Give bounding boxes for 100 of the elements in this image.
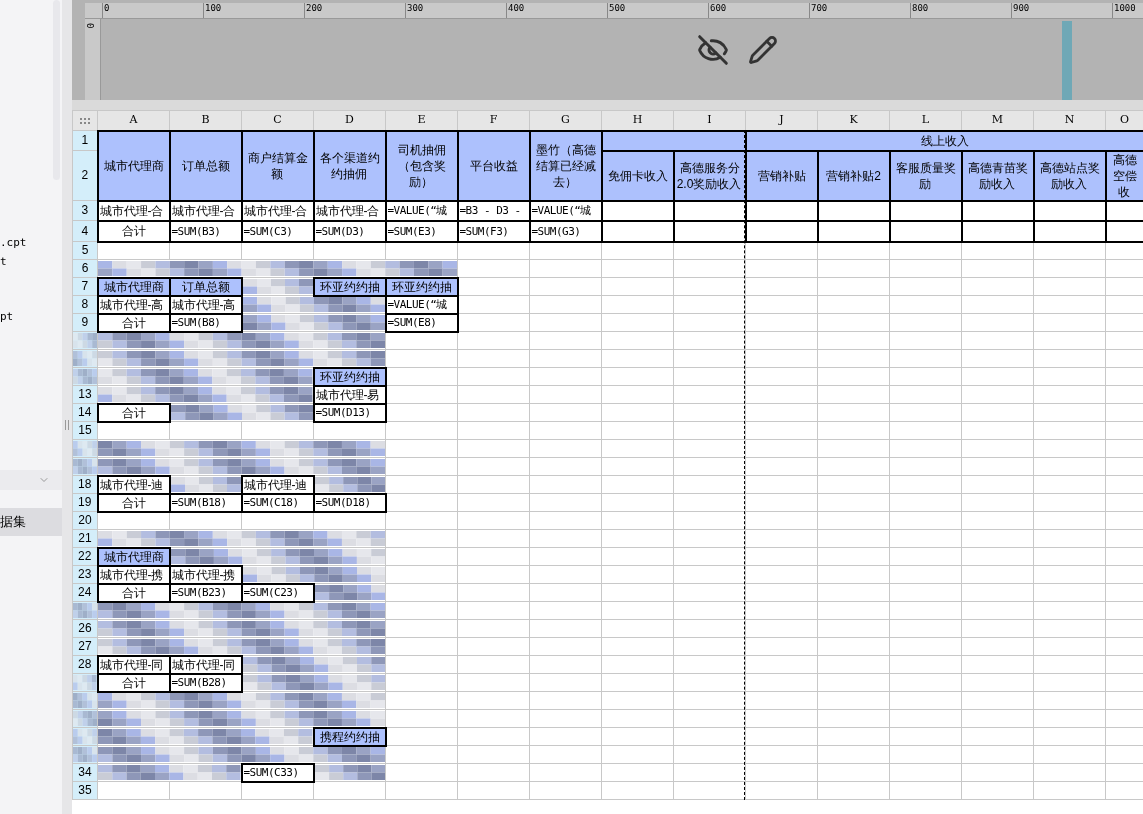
column-heading: 高德服务分2.0奖励收入 — [676, 160, 743, 191]
formula-text: =SUM(C23) — [243, 586, 299, 599]
column-heading: 营销补贴2 — [825, 168, 882, 183]
column-heading: 环亚约约抽 — [318, 279, 381, 294]
redaction-mosaic — [73, 675, 97, 690]
column-heading: 客服质量奖励 — [895, 160, 956, 191]
ruler-label: 800 — [910, 3, 1011, 18]
formula-text: =SUM(D18) — [315, 496, 371, 509]
formula-text: =SUM(C33) — [243, 766, 299, 779]
ruler-label: 400 — [506, 3, 607, 18]
cell-text: 城市代理-合 — [315, 203, 380, 218]
column-header[interactable]: M — [961, 110, 1034, 131]
hidden-eye-icon[interactable] — [697, 34, 729, 66]
cell-text: 城市代理-合 — [171, 203, 236, 218]
ruler-label: 700 — [809, 3, 910, 18]
ruler-label: 500 — [607, 3, 708, 18]
column-heading: 高德站点奖励收入 — [1039, 160, 1100, 191]
panel-tab[interactable]: 据集 — [0, 508, 62, 536]
column-heading: 平台收益 — [468, 158, 519, 173]
formula-text: =SUM(C3) — [243, 224, 293, 238]
formula-text: =VALUE(“城 — [531, 204, 591, 217]
column-header[interactable]: B — [169, 110, 242, 131]
column-header[interactable]: N — [1033, 110, 1106, 131]
column-header[interactable]: J — [745, 110, 818, 131]
splitter-grip-icon[interactable] — [65, 420, 69, 430]
column-heading: 环亚约约抽 — [318, 369, 381, 384]
column-heading: 订单总额 — [180, 158, 231, 173]
cell-text: 城市代理-合 — [99, 203, 164, 218]
cell-text: 城市代理-高 — [171, 297, 236, 312]
formula-text: =VALUE(“城 — [387, 298, 447, 311]
edit-icon[interactable] — [748, 35, 778, 65]
cell-text: 城市代理-携 — [171, 567, 236, 582]
redaction-mosaic — [314, 476, 385, 492]
cell-text: 城市代理-合 — [243, 203, 308, 218]
total-label: 合计 — [121, 315, 146, 330]
column-header[interactable]: F — [457, 110, 530, 131]
column-heading: 环亚约约抽 — [390, 279, 453, 294]
formula-text: =B3 - D3 - — [459, 204, 521, 217]
total-label: 合计 — [121, 405, 146, 420]
column-header[interactable]: L — [889, 110, 962, 131]
formula-text: =VALUE(“城 — [387, 204, 447, 217]
column-heading: 商户结算金额 — [247, 150, 308, 181]
ruler-label: 600 — [708, 3, 809, 18]
column-header[interactable]: E — [385, 110, 458, 131]
formula-text: =SUM(D3) — [315, 224, 365, 238]
formula-text: =SUM(B8) — [171, 316, 221, 329]
ruler-label: 0 — [102, 3, 203, 18]
column-heading: 墨竹（高德结算已经减去） — [535, 142, 596, 189]
select-all-grip-icon[interactable] — [80, 117, 90, 124]
formula-text: =SUM(F3) — [459, 224, 509, 238]
column-header[interactable]: A — [97, 110, 170, 131]
total-label: 合计 — [121, 495, 146, 510]
cell-text: 城市代理-同 — [171, 657, 236, 672]
column-heading: 各个渠道约约抽佣 — [319, 150, 380, 181]
column-header[interactable]: I — [673, 110, 746, 131]
column-heading: 高德空偿收 — [1112, 152, 1137, 199]
column-heading: 城市代理商 — [102, 279, 165, 294]
redaction-mosaic — [242, 279, 313, 294]
column-heading: 携程约约抽 — [318, 729, 381, 744]
column-header[interactable]: K — [817, 110, 890, 131]
column-header[interactable]: D — [313, 110, 386, 131]
redaction-mosaic — [314, 585, 385, 600]
cell-text: 城市代理-携 — [99, 567, 164, 582]
file-item[interactable]: pt — [0, 307, 62, 326]
formula-text: =SUM(B3) — [171, 224, 221, 238]
column-heading: 城市代理商 — [102, 549, 165, 564]
column-heading: 高德青苗奖励收入 — [967, 160, 1028, 191]
column-heading: 免佣卡收入 — [606, 168, 669, 183]
total-label: 合计 — [121, 675, 146, 690]
formula-text: =SUM(B18) — [171, 496, 227, 509]
file-item[interactable]: t — [0, 252, 62, 271]
ruler-label: 300 — [405, 3, 506, 18]
cell-text: 城市代理-迪 — [243, 477, 308, 492]
column-header[interactable]: C — [241, 110, 314, 131]
formula-text: =SUM(B28) — [171, 676, 227, 689]
formula-text: =SUM(D13) — [315, 406, 371, 419]
cell-text: 城市代理-高 — [99, 297, 164, 312]
column-heading: 订单总额 — [180, 279, 231, 294]
formula-text: =SUM(E8) — [387, 316, 437, 329]
ruler-label: 1000 — [1112, 3, 1143, 18]
cell-text: 城市代理-迪 — [99, 477, 164, 492]
row-number[interactable]: 2 — [81, 168, 89, 182]
cell-text: 城市代理-同 — [99, 657, 164, 672]
file-item[interactable]: .cpt — [0, 233, 62, 252]
column-heading: 司机抽佣（包含奖励） — [397, 142, 446, 189]
total-label: 合计 — [121, 224, 146, 238]
total-label: 合计 — [121, 585, 146, 600]
column-header[interactable]: H — [601, 110, 674, 131]
column-header[interactable]: G — [529, 110, 602, 131]
cell-text: 城市代理-易 — [315, 387, 380, 402]
formula-text: =SUM(B23) — [171, 586, 227, 599]
ruler-label: 100 — [203, 3, 304, 18]
formula-text: =SUM(C18) — [243, 496, 299, 509]
column-header[interactable]: O — [1105, 110, 1143, 131]
column-heading: 线上收入 — [919, 133, 970, 148]
redaction-mosaic — [314, 765, 385, 780]
ruler-label: 200 — [304, 3, 405, 18]
column-heading: 营销补贴 — [756, 168, 807, 183]
ruler-label: 900 — [1011, 3, 1112, 18]
column-heading: 城市代理商 — [102, 158, 165, 173]
